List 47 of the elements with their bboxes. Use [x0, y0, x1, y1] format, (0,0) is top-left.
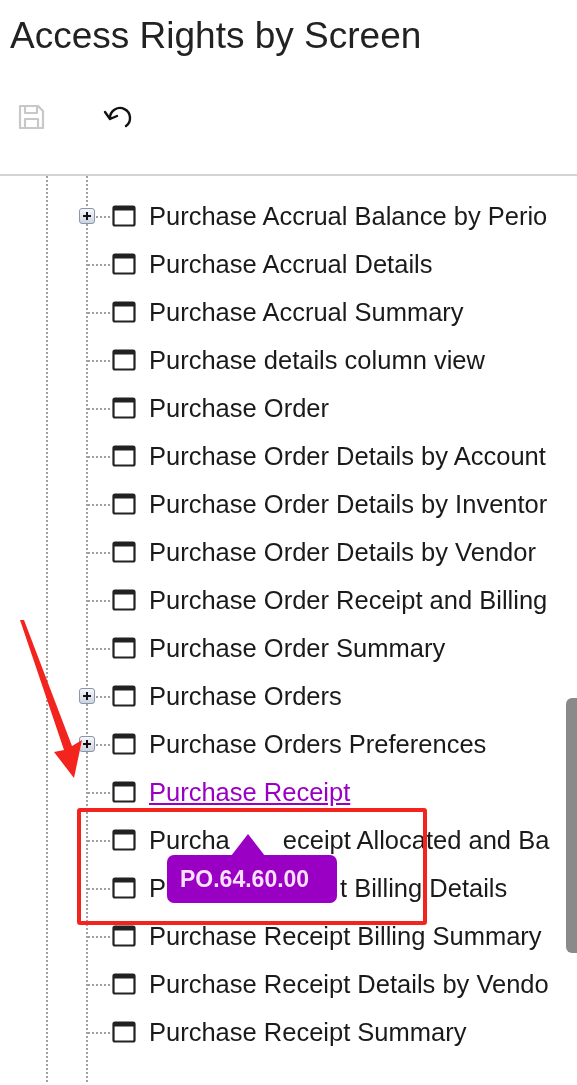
tree-item[interactable]: Purchase Receipt Summary	[149, 1017, 467, 1047]
window-icon	[112, 397, 136, 419]
tree-item[interactable]: Purchase details column view	[149, 345, 485, 375]
tree-item[interactable]: Purchase Accrual Summary	[149, 297, 464, 327]
tree-item[interactable]: Purchase Order Details by Inventor	[149, 489, 548, 519]
window-icon	[112, 877, 136, 899]
window-icon	[112, 349, 136, 371]
window-icon	[112, 205, 136, 227]
tooltip-pointer	[231, 834, 265, 856]
tree-item[interactable]: Purchase Order Receipt and Billing	[149, 585, 548, 615]
window-icon	[112, 685, 136, 707]
plus-icon	[81, 210, 93, 222]
window-icon	[112, 637, 136, 659]
tree-item[interactable]: Purchase Receipt Details by Vendo	[149, 969, 549, 999]
tree-item[interactable]: Purchase Order Summary	[149, 633, 446, 663]
window-icon	[112, 541, 136, 563]
tree-item[interactable]: Purchase Order Details by Account	[149, 441, 546, 471]
tree-item[interactable]: Purchase Orders Preferences	[149, 729, 487, 759]
save-icon	[16, 102, 46, 132]
expand-button[interactable]	[79, 208, 95, 224]
tree-item[interactable]: Purcha	[149, 825, 230, 855]
expand-button[interactable]	[79, 736, 95, 752]
window-icon	[112, 829, 136, 851]
window-icon	[112, 973, 136, 995]
scrollbar-thumb[interactable]	[566, 698, 577, 953]
page-title: Access Rights by Screen	[9, 14, 423, 58]
window-icon	[112, 781, 136, 803]
tree-item[interactable]: Purchase Order Details by Vendor	[149, 537, 536, 567]
tree-item[interactable]: Purchase Accrual Details	[149, 249, 433, 279]
screen-link[interactable]: Purchase Receipt	[149, 777, 351, 807]
window-icon	[112, 445, 136, 467]
expand-button[interactable]	[79, 688, 95, 704]
tree-item[interactable]: Purchase Receipt Billing Summary	[149, 921, 542, 951]
tree-item[interactable]: Purchase Accrual Balance by Perio	[149, 201, 548, 231]
window-icon	[112, 1021, 136, 1043]
window-icon	[112, 925, 136, 947]
plus-icon	[81, 738, 93, 750]
plus-icon	[81, 690, 93, 702]
tree-item[interactable]: Purchase Order	[149, 393, 329, 423]
window-icon	[112, 301, 136, 323]
window-icon	[112, 253, 136, 275]
tree-item[interactable]: t Billing Details	[340, 873, 508, 903]
window-icon	[112, 589, 136, 611]
window-icon	[112, 493, 136, 515]
tree-item[interactable]: P	[149, 873, 166, 903]
tree-item[interactable]: Purchase Orders	[149, 681, 342, 711]
window-icon	[112, 733, 136, 755]
